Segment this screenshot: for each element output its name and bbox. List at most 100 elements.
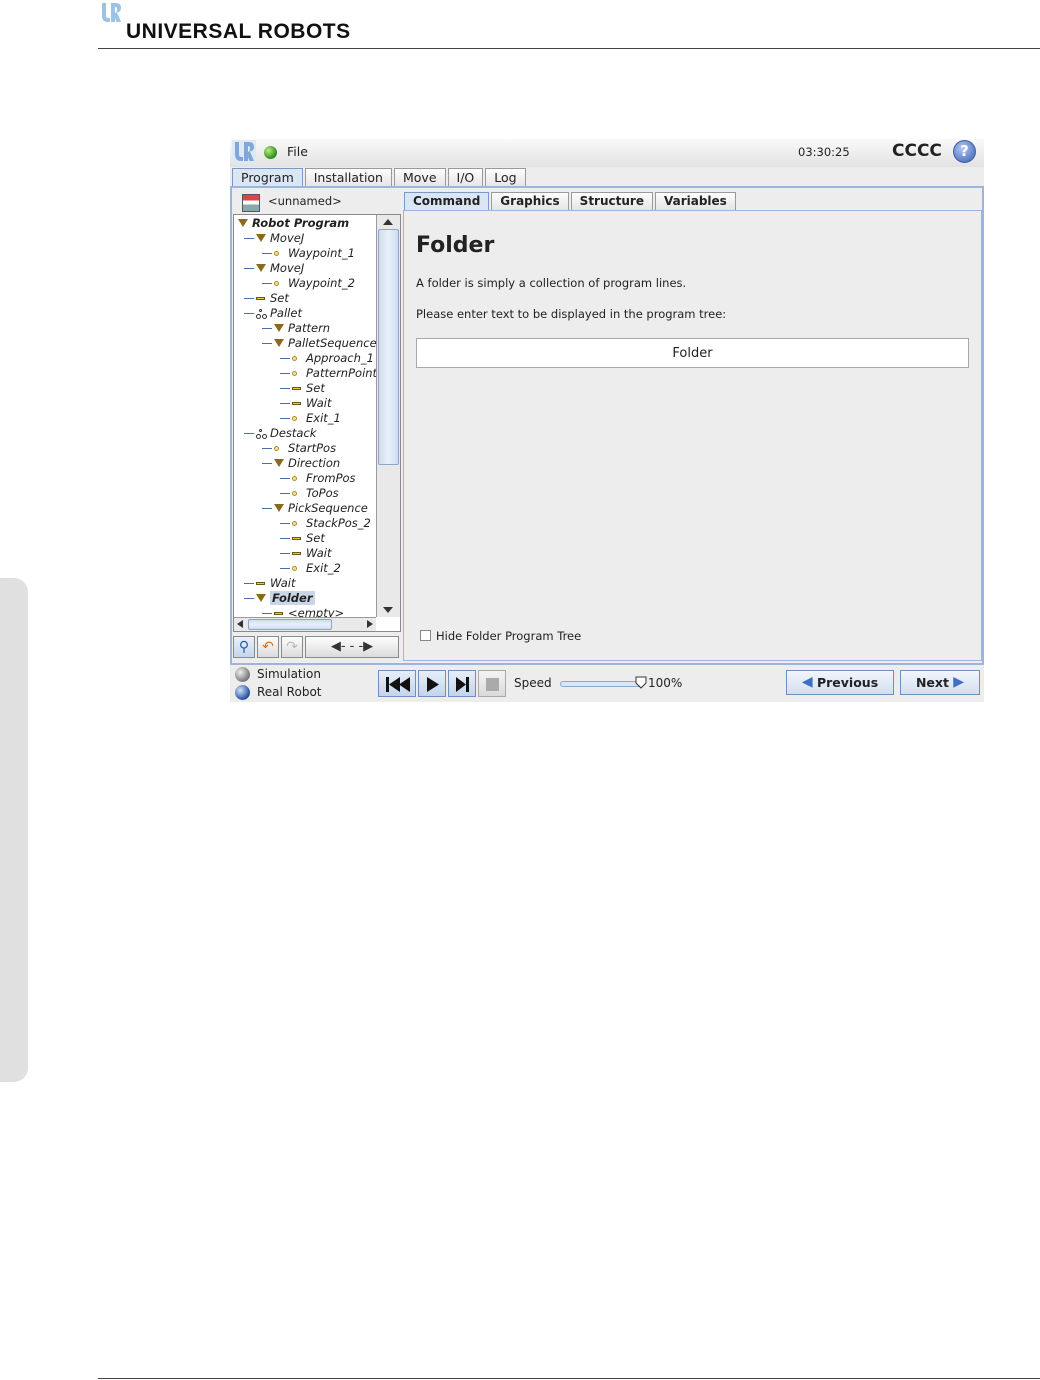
hide-folder-checkbox[interactable] [420,630,431,641]
waypoint-icon [274,281,279,286]
waypoint-icon [292,521,297,526]
tree-toolbar: ⚲ ↶ ↷ ◀- - -▶ [233,636,399,658]
title-bar: File 03:30:25 CCCC ? [230,139,984,167]
speed-slider-knob-icon[interactable] [635,676,647,689]
save-program-icon[interactable] [242,194,260,212]
tree-connector [262,448,272,449]
tree-connector [262,343,272,344]
tree-horizontal-scrollbar[interactable] [234,617,376,631]
ur-app-logo-icon [232,140,256,164]
tree-node-label: FromPos [306,471,356,485]
pallet-icon [256,429,267,439]
move-node-button[interactable]: ◀- - -▶ [305,636,399,658]
help-button[interactable]: ? [953,140,976,163]
tab-program[interactable]: Program [232,168,303,187]
polyscope-window: File 03:30:25 CCCC ? Program Installatio… [230,139,984,702]
command-prompt: Please enter text to be displayed in the… [416,307,727,321]
command-description: A folder is simply a collection of progr… [416,276,687,290]
tree-node-label: Set [270,291,289,305]
waypoint-icon [274,446,279,451]
tree-connector [262,463,272,464]
command-bar-icon [256,297,265,300]
tab-io[interactable]: I/O [447,168,484,187]
scroll-thumb-horizontal[interactable] [248,619,332,630]
waypoint-icon [292,356,297,361]
program-tree-items: Robot Program MoveJ Waypoint_1 MoveJ Waypoin… [234,215,376,617]
scroll-up-icon[interactable] [383,219,393,225]
tree-connector [244,298,254,299]
tree-connector [244,313,254,314]
side-thumb-tab [0,578,28,1082]
play-button[interactable] [418,670,446,697]
tab-structure[interactable]: Structure [570,192,653,210]
tree-connector [244,238,254,239]
tree-node-label: PalletSequence [288,336,376,350]
tab-graphics[interactable]: Graphics [491,192,569,210]
tree-node-label: StackPos_2 [306,516,371,530]
waypoint-icon [292,566,297,571]
stop-button[interactable] [478,670,506,697]
robot-status-icon [264,146,277,159]
command-title: Folder [416,233,495,258]
tab-log[interactable]: Log [485,168,526,187]
tree-connector [280,568,290,569]
play-icon [427,677,439,692]
tree-node-label: Robot Program [252,216,350,230]
tree-node-label: Approach_1 [306,351,374,365]
scroll-thumb[interactable] [378,229,399,465]
speed-value: 100% [648,676,683,690]
step-icon [456,677,469,692]
file-menu[interactable]: File [287,144,308,159]
step-button[interactable] [448,670,476,697]
tree-node-label: Pallet [270,306,302,320]
expand-triangle-icon [256,594,266,602]
tree-node-label: <empty> [288,606,345,617]
tree-node-label: MoveJ [270,231,305,245]
undo-icon: ↶ [262,639,274,655]
tree-vertical-scrollbar[interactable] [376,215,400,617]
tab-command[interactable]: Command [404,192,490,210]
tree-node-label: MoveJ [270,261,305,275]
tree-connector [262,283,272,284]
program-frame: <unnamed> Robot Program MoveJ Waypoint_1 Mo… [230,186,984,665]
next-button[interactable]: Next ▶ [900,670,980,695]
tab-installation[interactable]: Installation [304,168,392,187]
tree-node-label: Direction [288,456,341,470]
tree-node-label: Waypoint_1 [288,246,355,260]
arrow-left-icon: ◀ [801,674,813,690]
tree-connector [262,328,272,329]
tab-variables[interactable]: Variables [654,192,736,210]
tree-connector [280,418,290,419]
tree-connector [244,268,254,269]
waypoint-icon [292,371,297,376]
expand-triangle-icon [274,324,284,332]
waypoint-icon [292,491,297,496]
scroll-left-icon[interactable] [237,620,243,628]
simulation-radio[interactable] [235,667,250,682]
undo-button[interactable]: ↶ [257,636,279,658]
search-button[interactable]: ⚲ [233,636,255,658]
double-arrow-icon: ◀- - -▶ [330,639,374,654]
simulation-label: Simulation [257,667,321,681]
header-rule [98,48,1040,49]
scroll-down-icon[interactable] [383,607,393,613]
command-bar-icon [256,582,265,585]
tree-node-label: Wait [270,576,296,590]
main-tab-bar: Program Installation Move I/O Log [232,168,526,187]
speed-slider[interactable] [560,681,644,687]
redo-button[interactable]: ↷ [281,636,303,658]
previous-button[interactable]: ◀ Previous [786,670,894,695]
tab-move[interactable]: Move [393,168,446,187]
rewind-button[interactable] [378,670,416,697]
tree-connector [280,403,290,404]
real-robot-radio[interactable] [235,685,250,700]
expand-triangle-icon [256,234,266,242]
expand-triangle-icon [238,219,248,227]
tree-connector [262,253,272,254]
scroll-right-icon[interactable] [367,620,373,628]
command-bar-icon [292,387,301,390]
command-bar-icon [274,612,283,615]
folder-name-input[interactable] [416,338,969,368]
robot-name: CCCC [892,141,942,161]
command-bar-icon [292,402,301,405]
